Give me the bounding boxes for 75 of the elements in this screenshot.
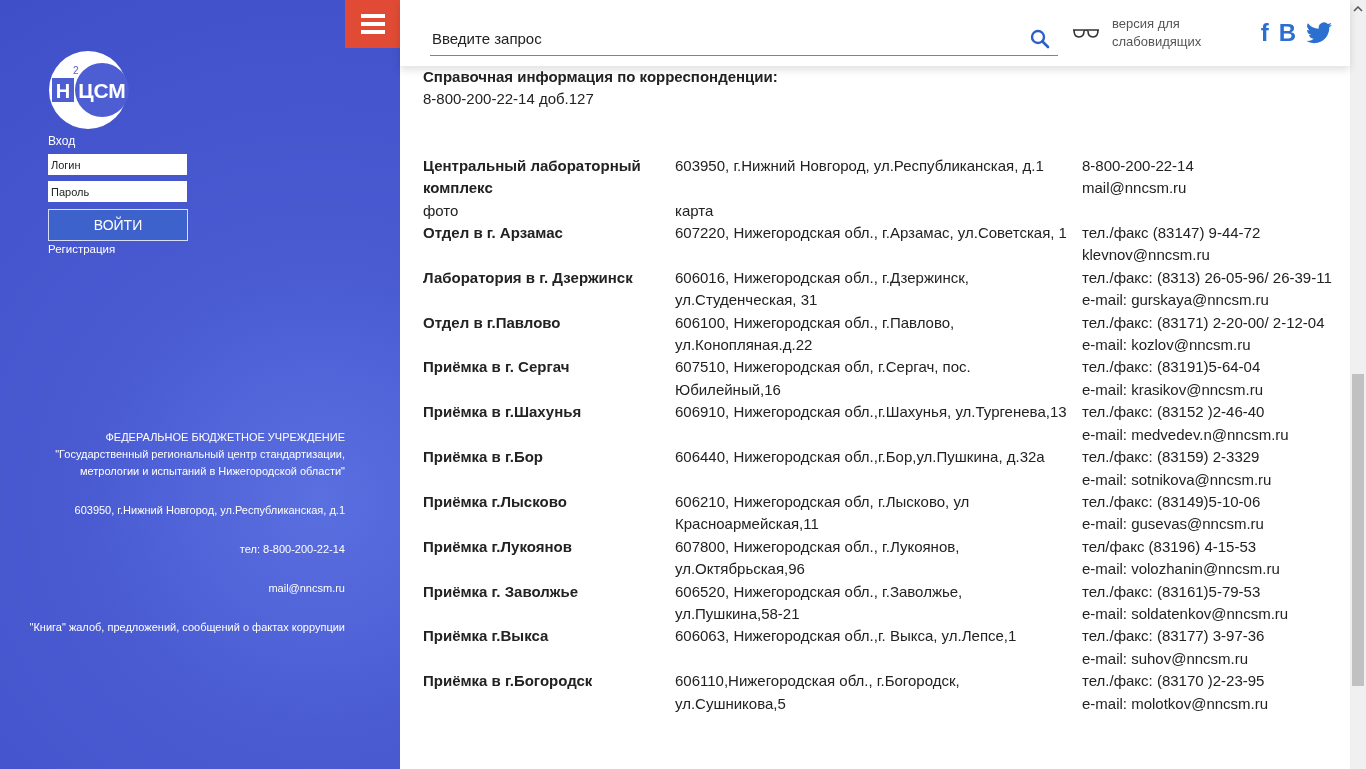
office-contact: e-mail: medvedev.n@nncsm.ru [1082,424,1290,445]
office-contact: тел/факс (83196) 4-15-53 [1082,536,1258,557]
org-name: "Государственный региональный центр стандартизации, метрологии и испытаний в Нижегородской области" [54,447,345,479]
bird-icon[interactable] [1306,22,1332,44]
office-contact: e-mail: suhov@nncsm.ru [1082,648,1250,669]
office-address: 606100, Нижегородская обл., г.Павлово, ул.Конопляная.д.22 [675,312,956,356]
search-icon[interactable] [1030,29,1050,49]
office-address: 606016, Нижегородская обл., г.Дзержинск, ул.Студенческая, 31 [675,267,970,311]
office-name: Приёмка г. Заволжье [423,581,579,602]
office-contact: тел./факс: (83152 )2-46-40 [1082,402,1266,423]
office-address: 607220, Нижегородская обл., г.Арзамас, ул.Советская, 1 [675,223,1068,244]
office-name: Приёмка г.Лукоянов [423,536,573,557]
office-name: Приёмка в г.Богородск [423,671,594,692]
office-contact: тел./факс: (83161)5-79-53 [1082,581,1262,602]
office-contact: тел./факс: (83171) 2-20-00/ 2-12-04 [1082,312,1326,333]
office-address: 607800, Нижегородская обл., г.Лукоянов, ул.Октябрьская,96 [675,536,961,580]
login-title: Вход [48,134,76,148]
office-contact: тел./факс: (83177) 3-97-36 [1082,626,1266,647]
org-address: 603950, г.Нижний Новгород, ул.Республиканская, д.1 [74,503,345,518]
social-link[interactable]: f [1260,19,1269,47]
office-contact: тел./факс: (8313) 26-05-96/ 26-39-11 [1082,267,1332,288]
office-contact: e-mail: krasikov@nncsm.ru [1082,379,1265,400]
office-contact: тел./факс: (83191)5-64-04 [1082,357,1262,378]
footer-link[interactable]: mail@nncsm.ru [268,580,345,597]
office-address: 603950, г.Нижний Новгород, ул.Республиканская, д.1 [675,155,1045,176]
office-contact: 8-800-200-22-14 [1082,155,1195,176]
menu-button[interactable] [345,0,400,48]
office-name: Приёмка в г.Бор [423,447,545,468]
office-link[interactable]: фото [423,199,675,223]
office-contact: тел./факс (83147) 9-44-72 [1082,223,1262,244]
scrollbar-thumb[interactable] [1352,374,1364,686]
office-name: Приёмка г.Лысково [423,491,568,512]
office-address: 606110,Нижегородская обл., г.Богородск, ул.Сушникова,5 [675,671,961,714]
office-address: 606063, Нижегородская обл.,г. Выкса, ул.Лепсе,1 [675,626,1018,647]
office-contact: klevnov@nncsm.ru [1082,245,1211,266]
info-title: Справочная информация по корреспонденции: [423,67,779,87]
office-contact: тел./факс: (83149)5-10-06 [1082,491,1262,512]
office-contact: тел./факс: (83170 )2-23-95 [1082,671,1266,692]
accessibility-link[interactable]: версия для слабовидящих [1112,15,1222,51]
office-name: Приёмка в г.Шахунья [423,402,583,423]
footer-link[interactable]: "Книга" жалоб, предложений, сообщений о фактах коррупции [29,619,345,636]
social-link[interactable]: В [1278,19,1296,47]
office-contact: тел./факс: (83159) 2-3329 [1082,447,1261,468]
office-contact: e-mail: gusevas@nncsm.ru [1082,514,1265,535]
office-name: Приёмка г.Выкса [423,626,550,647]
office-name: Отдел в г. Арзамас [423,223,564,244]
office-contact: e-mail: molotkov@nncsm.ru [1082,693,1270,714]
office-address: 606440, Нижегородская обл.,г.Бор,ул.Пушкина, д.32а [675,447,1046,468]
office-address: 607510, Нижегородская обл, г.Сергач, пос. Юбилейный,16 [675,357,972,400]
office-contact: e-mail: soldatenkov@nncsm.ru [1082,603,1290,624]
office-address: 606520, Нижегородская обл., г.Заволжье, ул.Пушкина,58-21 [675,581,964,624]
search-field[interactable]: Введите запрос [430,22,1058,56]
scroll-up-icon[interactable] [1353,6,1363,12]
org-type: ФЕДЕРАЛЬНОЕ БЮДЖЕТНОЕ УЧРЕЖДЕНИЕ [105,430,345,445]
logo: Н 2 ЦСМ [48,50,132,130]
office-name: Отдел в г.Павлово [423,312,562,333]
office-contact: mail@nncsm.ru [1082,178,1188,199]
info-phone: 8-800-200-22-14 доб.127 [423,89,595,110]
login-field[interactable]: Логин [48,154,187,175]
office-contact: e-mail: volozhanin@nncsm.ru [1082,559,1281,580]
office-link[interactable]: карта [675,199,1082,223]
register-link[interactable]: Регистрация [48,243,116,255]
office-contact: e-mail: gurskaya@nncsm.ru [1082,290,1270,311]
office-name: Приёмка в г. Сергач [423,357,571,378]
office-name: Лаборатория в г. Дзержинск [423,267,634,288]
office-contact: e-mail: sotnikova@nncsm.ru [1082,469,1273,490]
office-address: 606210, Нижегородская обл, г.Лысково, ул Красноармейская,11 [675,491,971,535]
login-button[interactable]: ВОЙТИ [48,209,188,241]
menu-icon [360,14,385,34]
office-contact: e-mail: kozlov@nncsm.ru [1082,335,1252,356]
footer-link[interactable]: тел: 8-800-200-22-14 [239,541,345,558]
password-field[interactable]: Пароль [48,181,187,202]
scrollbar[interactable] [1350,0,1366,769]
office-address: 606910, Нижегородская обл.,г.Шахунья, ул.Тургенева,13 [675,402,1068,423]
glasses-icon[interactable] [1072,27,1100,39]
